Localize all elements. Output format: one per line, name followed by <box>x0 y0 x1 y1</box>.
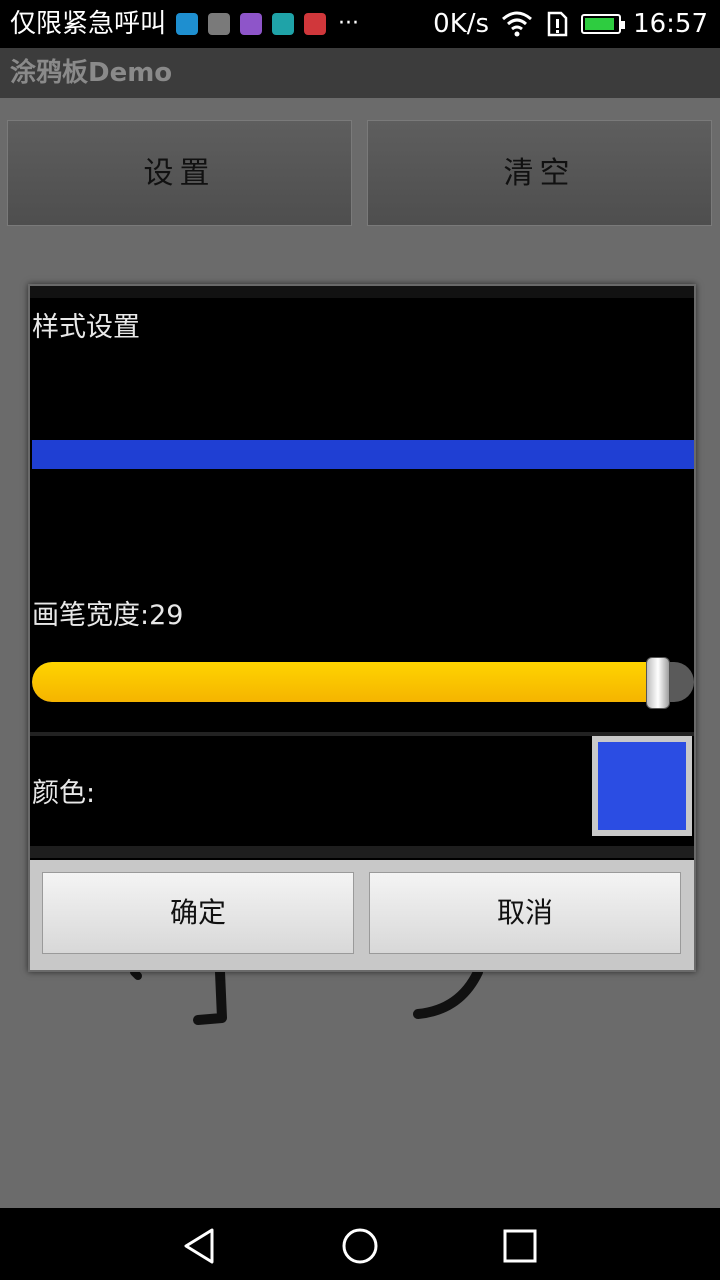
selected-color <box>598 742 686 830</box>
doodle-stroke <box>193 967 227 1025</box>
dialog-top-divider <box>30 286 694 298</box>
home-icon[interactable] <box>340 1226 380 1266</box>
doodle-stroke <box>130 968 142 980</box>
slider-fill <box>32 662 658 702</box>
color-picker-swatch[interactable] <box>592 736 692 836</box>
brush-width-slider[interactable] <box>32 662 694 702</box>
doodle-stroke <box>413 967 483 1019</box>
recents-icon[interactable] <box>500 1226 540 1266</box>
slider-thumb[interactable] <box>645 657 670 709</box>
confirm-button[interactable]: 确定 <box>42 872 354 954</box>
brush-width-label: 画笔宽度:29 <box>32 600 184 631</box>
cancel-button[interactable]: 取消 <box>369 872 681 954</box>
dialog-title: 样式设置 <box>32 312 140 343</box>
color-label: 颜色: <box>32 778 96 809</box>
divider <box>30 846 694 858</box>
back-icon[interactable] <box>180 1226 220 1266</box>
dialog-button-bar: 确定 取消 <box>30 860 694 970</box>
stroke-preview <box>32 440 694 469</box>
style-settings-dialog: 样式设置 画笔宽度:29 颜色: 确定 取消 <box>28 284 696 972</box>
navigation-bar <box>0 1208 720 1280</box>
